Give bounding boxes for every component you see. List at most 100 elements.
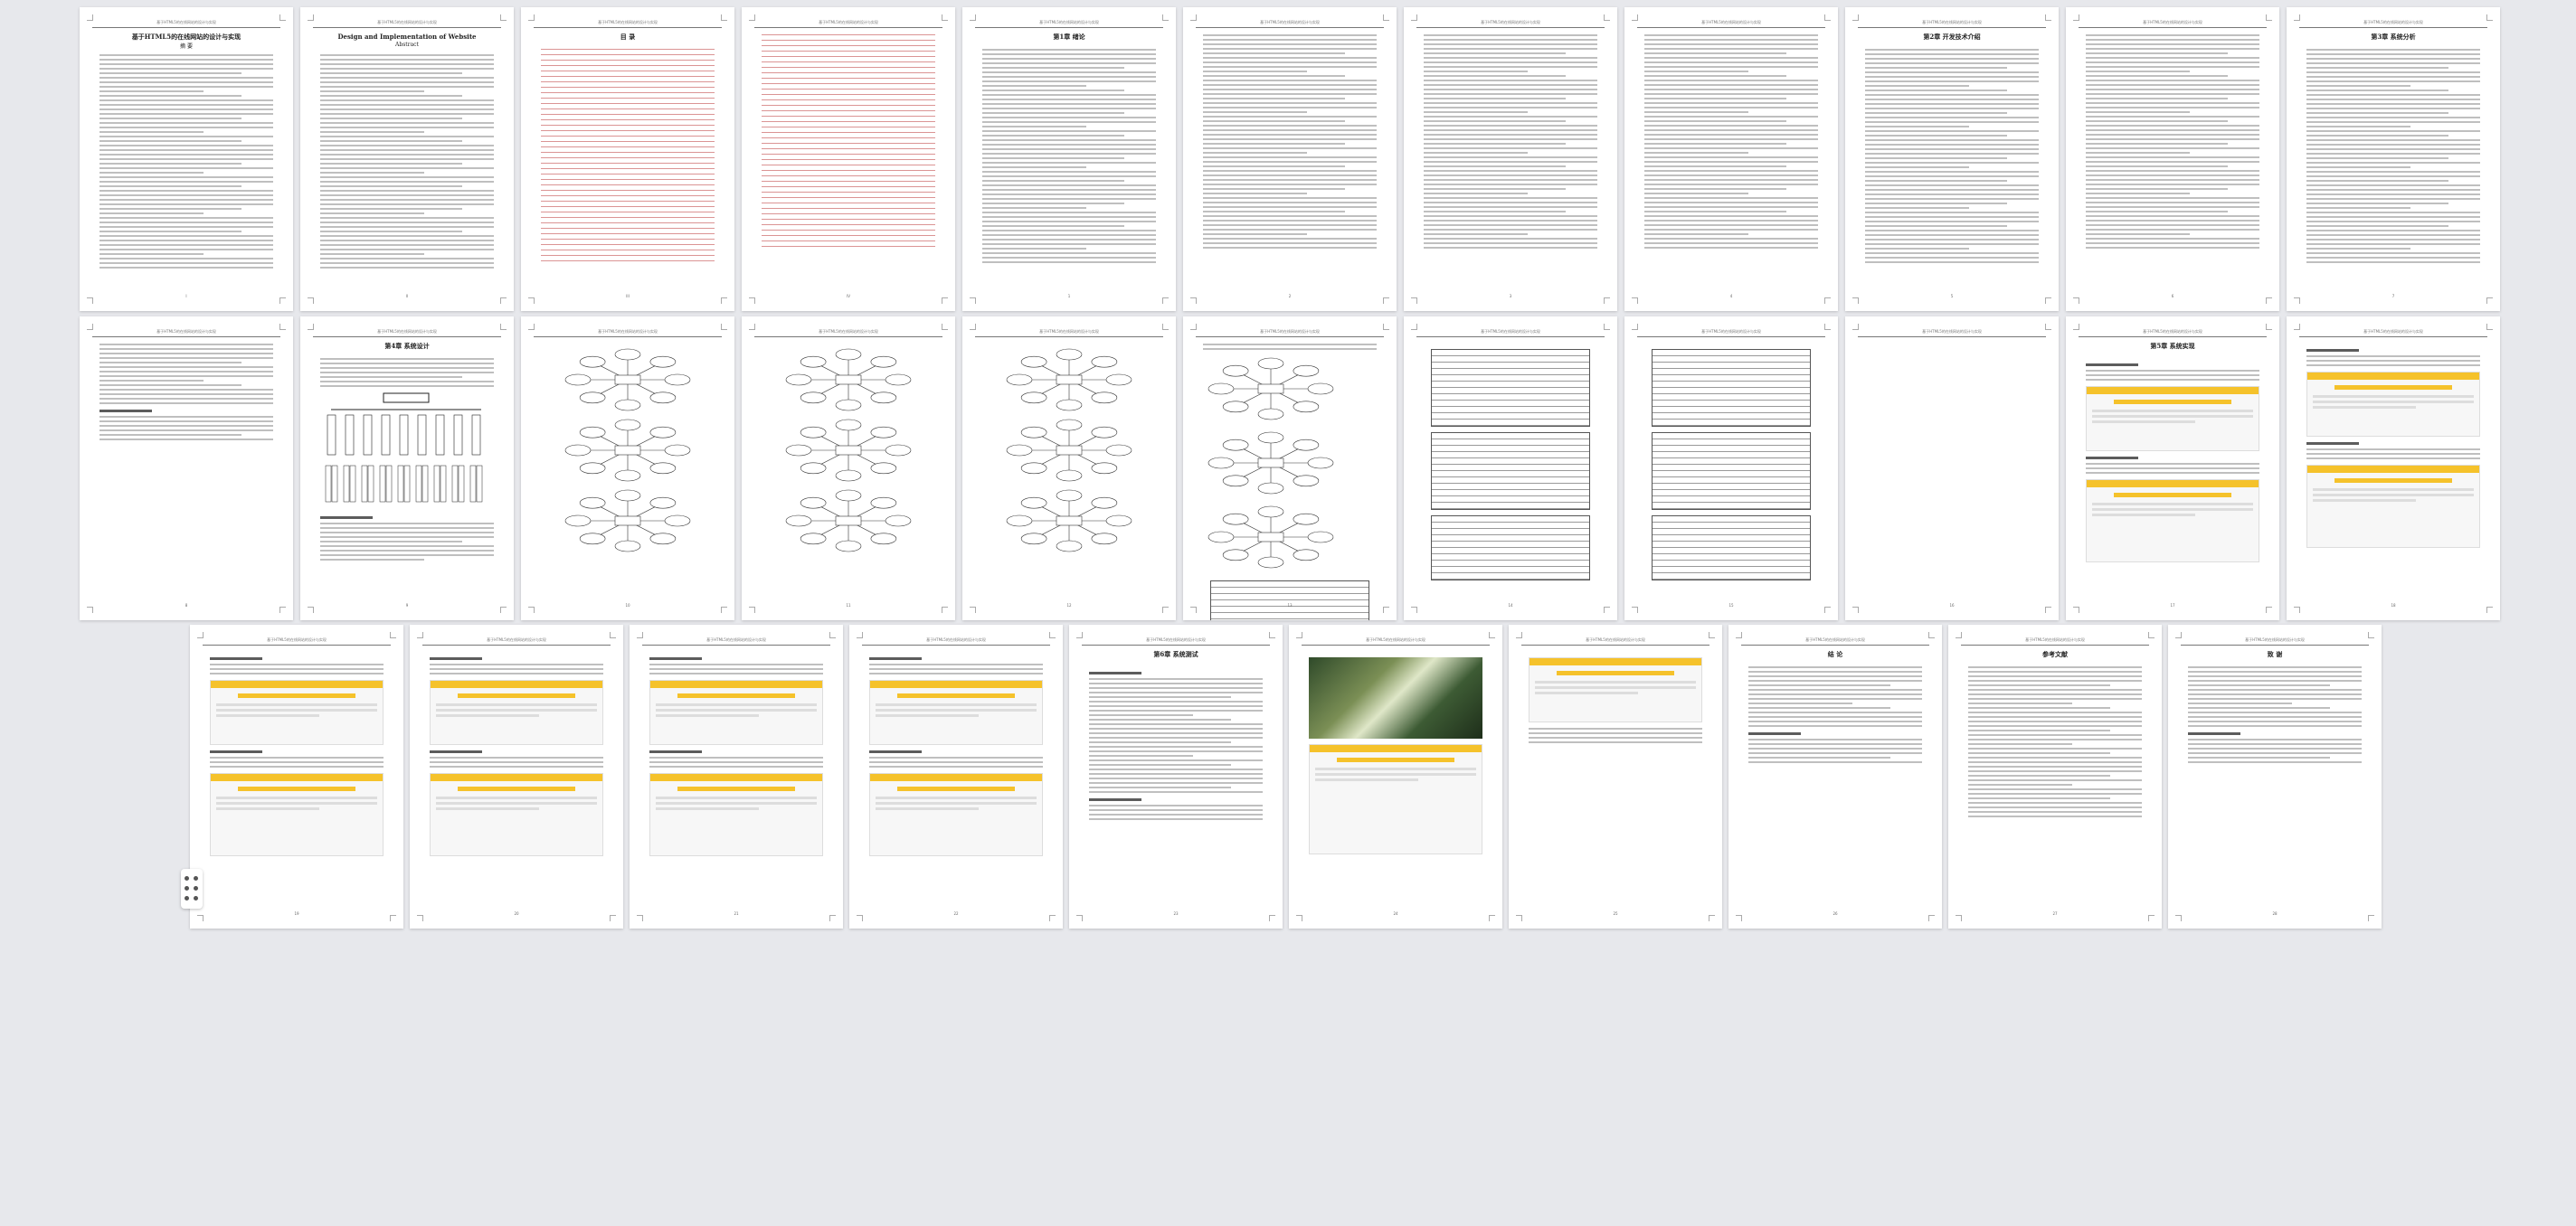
attribute-diagram <box>1208 431 1334 495</box>
document-page[interactable]: 基于HTML5的在线网站的设计与实现 第5章 系统实现 17 <box>2066 316 2279 620</box>
text-line <box>2306 207 2411 209</box>
text-line <box>1968 680 2142 682</box>
document-page[interactable]: 基于HTML5的在线网站的设计与实现 基于HTML5的在线网站的设计与实现摘 要I <box>80 7 293 311</box>
page-body <box>210 652 384 905</box>
running-header: 基于HTML5的在线网站的设计与实现 <box>2025 637 2085 642</box>
text-line <box>2188 721 2362 722</box>
text-line <box>99 118 242 119</box>
document-page[interactable]: 基于HTML5的在线网站的设计与实现 13 <box>1183 316 1397 620</box>
text-line <box>99 344 273 345</box>
document-page[interactable]: 基于HTML5的在线网站的设计与实现结 论 26 <box>1728 625 1942 929</box>
document-page[interactable]: 基于HTML5的在线网站的设计与实现 第6章 系统测试 23 <box>1069 625 1283 929</box>
header-rule <box>2299 27 2487 28</box>
document-page[interactable]: 基于HTML5的在线网站的设计与实现 21 <box>630 625 843 929</box>
document-page[interactable]: 基于HTML5的在线网站的设计与实现 24 <box>1289 625 1502 929</box>
text-line <box>1424 102 1597 104</box>
document-page[interactable]: 基于HTML5的在线网站的设计与实现 6 <box>2066 7 2279 311</box>
text-line <box>99 262 273 264</box>
text-line <box>2086 143 2229 145</box>
text-line <box>1644 102 1818 104</box>
document-page[interactable]: 基于HTML5的在线网站的设计与实现 19 <box>190 625 403 929</box>
text-line <box>2086 66 2259 68</box>
text-line <box>2306 212 2480 213</box>
text-line <box>541 125 715 126</box>
text-line <box>320 90 425 92</box>
attribute-diagram <box>785 419 912 482</box>
text-line <box>1203 238 1377 240</box>
screenshot-figure <box>2306 372 2480 437</box>
document-page[interactable]: 基于HTML5的在线网站的设计与实现 15 <box>1624 316 1838 620</box>
text-line <box>1865 216 2039 218</box>
text-line <box>2306 157 2449 159</box>
text-line <box>1865 90 2008 91</box>
document-page[interactable]: 基于HTML5的在线网站的设计与实现 IV <box>742 7 955 311</box>
text-line <box>1865 157 2008 159</box>
text-line <box>2086 111 2191 113</box>
document-page[interactable]: 基于HTML5的在线网站的设计与实现 12 <box>962 316 1176 620</box>
text-line <box>2086 43 2259 45</box>
text-line <box>2306 112 2449 114</box>
document-page[interactable]: 基于HTML5的在线网站的设计与实现 第1章 绪论 1 <box>962 7 1176 311</box>
text-line <box>2306 166 2411 168</box>
document-page[interactable]: 基于HTML5的在线网站的设计与实现 16 <box>1845 316 2059 620</box>
text-line <box>982 148 1156 150</box>
document-page[interactable]: 基于HTML5的在线网站的设计与实现 第3章 系统分析 7 <box>2287 7 2500 311</box>
text-line <box>99 131 204 133</box>
attribute-diagram <box>1006 348 1132 411</box>
text-line <box>320 217 494 219</box>
text-line <box>2086 147 2259 149</box>
document-page[interactable]: 基于HTML5的在线网站的设计与实现 3 <box>1404 7 1617 311</box>
document-page[interactable]: 基于HTML5的在线网站的设计与实现 参考文献 27 <box>1948 625 2162 929</box>
text-line <box>982 257 1156 259</box>
header-rule <box>975 336 1163 337</box>
text-line <box>2086 197 2259 199</box>
text-line <box>2306 162 2480 164</box>
text-line <box>762 148 935 149</box>
document-page[interactable]: 基于HTML5的在线网站的设计与实现 2 <box>1183 7 1397 311</box>
document-page[interactable]: 基于HTML5的在线网站的设计与实现 20 <box>410 625 623 929</box>
text-line <box>2086 57 2259 59</box>
text-line <box>2086 120 2229 122</box>
text-line <box>1644 61 1818 63</box>
document-page[interactable]: 基于HTML5的在线网站的设计与实现 18 <box>2287 316 2500 620</box>
document-page[interactable]: 基于HTML5的在线网站的设计与实现 第4章 系统设计 9 <box>300 316 514 620</box>
running-header: 基于HTML5的在线网站的设计与实现 <box>1260 20 1320 24</box>
document-page[interactable]: 基于HTML5的在线网站的设计与实现 第2章 开发技术介绍 5 <box>1845 7 2059 311</box>
document-page[interactable]: 基于HTML5的在线网站的设计与实现 25 <box>1509 625 1722 929</box>
text-line <box>1968 703 2073 704</box>
running-header: 基于HTML5的在线网站的设计与实现 <box>819 329 878 334</box>
page-title: 结 论 <box>1827 650 1843 658</box>
crop-mark <box>857 915 863 921</box>
crop-mark <box>1852 607 1859 613</box>
document-page[interactable]: 基于HTML5的在线网站的设计与实现致 谢 28 <box>2168 625 2382 929</box>
page-body <box>2306 344 2480 597</box>
text-line <box>99 258 273 259</box>
document-page[interactable]: 基于HTML5的在线网站的设计与实现目 录 III <box>521 7 734 311</box>
attribute-diagram <box>564 489 691 552</box>
document-page[interactable]: 基于HTML5的在线网站的设计与实现 11 <box>742 316 955 620</box>
crop-mark <box>279 297 286 304</box>
document-page[interactable]: 基于HTML5的在线网站的设计与实现 14 <box>1404 316 1617 620</box>
header-rule <box>1637 27 1825 28</box>
text-line <box>2086 463 2259 465</box>
page-body <box>1865 344 2039 597</box>
text-line <box>1968 725 2142 727</box>
text-line <box>1203 61 1377 63</box>
crop-mark <box>749 297 755 304</box>
text-line <box>2188 666 2362 668</box>
floating-tool-button[interactable] <box>181 869 203 909</box>
text-line <box>1968 734 2142 736</box>
text-line <box>1089 782 1263 784</box>
text-line <box>869 673 1043 674</box>
document-page[interactable]: 基于HTML5的在线网站的设计与实现 Design and Implementat… <box>300 7 514 311</box>
page-body <box>982 49 1156 288</box>
document-page[interactable]: 基于HTML5的在线网站的设计与实现 4 <box>1624 7 1838 311</box>
document-page[interactable]: 基于HTML5的在线网站的设计与实现 10 <box>521 316 734 620</box>
document-page[interactable]: 基于HTML5的在线网站的设计与实现 8 <box>80 316 293 620</box>
document-page[interactable]: 基于HTML5的在线网站的设计与实现 22 <box>849 625 1063 929</box>
text-line <box>99 190 273 192</box>
page-body <box>649 652 823 905</box>
text-line <box>1644 48 1818 50</box>
text-line <box>1644 89 1818 90</box>
section-heading <box>430 750 482 753</box>
